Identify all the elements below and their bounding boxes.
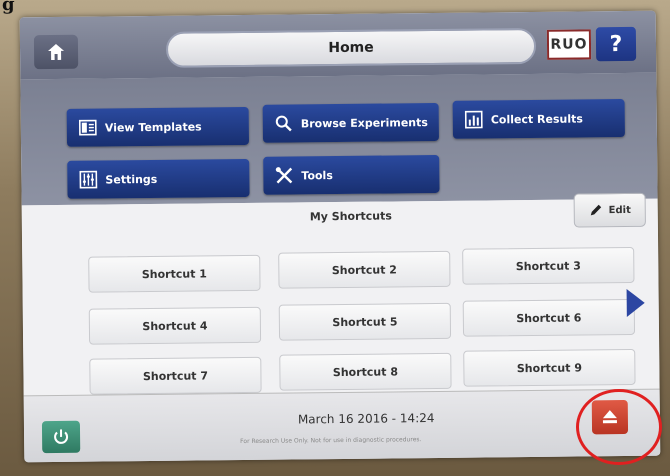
collect-results-button[interactable]: Collect Results bbox=[452, 99, 625, 139]
templates-icon bbox=[78, 119, 97, 136]
tools-label: Tools bbox=[301, 168, 333, 182]
pencil-icon bbox=[590, 204, 602, 216]
edit-label: Edit bbox=[608, 204, 631, 216]
settings-sliders-icon bbox=[79, 170, 98, 189]
settings-label: Settings bbox=[105, 172, 158, 186]
tools-icon bbox=[275, 167, 293, 184]
power-icon bbox=[54, 429, 69, 444]
ruo-notice: For Research Use Only. Not for use in di… bbox=[240, 436, 422, 446]
power-button[interactable] bbox=[41, 420, 81, 454]
date-time: March 16 2016 - 14:24 bbox=[297, 411, 435, 427]
top-bar: Home RUO ? bbox=[19, 10, 657, 80]
shortcut-button[interactable]: Shortcut 8 bbox=[279, 352, 452, 391]
touch-screen: Home RUO ? View Templates Browse Experim… bbox=[19, 10, 661, 463]
shortcuts-title: My Shortcuts bbox=[309, 209, 392, 224]
stray-letter: g bbox=[2, 0, 15, 15]
shortcut-button[interactable]: Shortcut 1 bbox=[88, 254, 261, 293]
view-templates-button[interactable]: View Templates bbox=[66, 106, 250, 147]
page-title: Home bbox=[165, 27, 537, 68]
highlight-circle bbox=[576, 389, 662, 465]
home-icon bbox=[48, 43, 65, 61]
collect-results-label: Collect Results bbox=[490, 111, 583, 126]
shortcut-button[interactable]: Shortcut 4 bbox=[88, 306, 262, 345]
shortcuts-panel: My Shortcuts Edit Shortcut 1 Shortcut 2 … bbox=[21, 192, 660, 396]
tools-button[interactable]: Tools bbox=[263, 154, 440, 195]
shortcut-button[interactable]: Shortcut 9 bbox=[463, 348, 636, 387]
edit-button[interactable]: Edit bbox=[573, 192, 646, 228]
shortcut-button[interactable]: Shortcut 5 bbox=[278, 302, 452, 341]
shortcut-button[interactable]: Shortcut 2 bbox=[278, 250, 451, 289]
browse-experiments-label: Browse Experiments bbox=[300, 115, 428, 130]
nav-area: View Templates Browse Experiments Collec… bbox=[20, 72, 658, 206]
shortcut-button[interactable]: Shortcut 6 bbox=[462, 298, 636, 337]
search-icon bbox=[275, 115, 292, 132]
view-templates-label: View Templates bbox=[104, 119, 202, 134]
results-icon bbox=[464, 110, 483, 129]
chevron-right-icon[interactable] bbox=[626, 288, 645, 318]
help-button[interactable]: ? bbox=[595, 26, 637, 62]
shortcut-button[interactable]: Shortcut 3 bbox=[462, 246, 635, 285]
status-bar: March 16 2016 - 14:24 For Research Use O… bbox=[23, 388, 661, 463]
browse-experiments-button[interactable]: Browse Experiments bbox=[262, 102, 440, 143]
settings-button[interactable]: Settings bbox=[67, 158, 250, 199]
ruo-badge: RUO bbox=[546, 29, 592, 60]
shortcut-button[interactable]: Shortcut 7 bbox=[89, 356, 262, 395]
home-button[interactable] bbox=[33, 34, 79, 70]
